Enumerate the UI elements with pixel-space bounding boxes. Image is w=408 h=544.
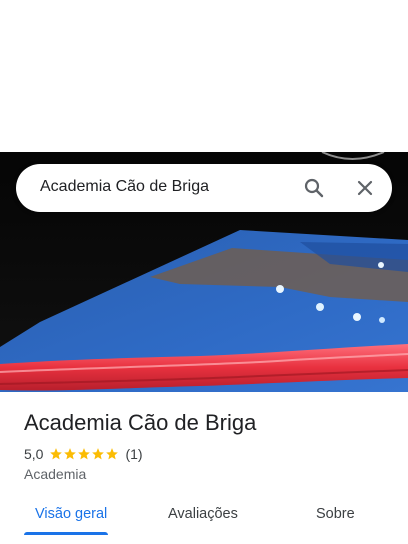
search-input[interactable]: Academia Cão de Briga [40, 178, 209, 196]
close-icon[interactable] [353, 176, 377, 200]
map-blank-area [0, 0, 408, 152]
star-icon [64, 448, 77, 460]
tab-about[interactable]: Sobre [316, 506, 355, 522]
place-title: Academia Cão de Briga [24, 410, 257, 435]
star-icon [78, 448, 91, 460]
search-icon[interactable] [302, 176, 326, 200]
star-icon [106, 448, 119, 460]
active-tab-indicator [24, 532, 108, 535]
star-icon [92, 448, 105, 460]
tab-reviews[interactable]: Avaliações [168, 506, 238, 522]
search-bar[interactable]: Academia Cão de Briga [16, 164, 392, 212]
review-count[interactable]: (1) [125, 446, 142, 462]
tab-overview[interactable]: Visão geral [35, 506, 107, 522]
rating-value: 5,0 [24, 446, 44, 462]
place-tabs: Visão geral Avaliações Sobre [0, 494, 408, 536]
place-category[interactable]: Academia [24, 466, 86, 482]
rating-row[interactable]: 5,0 (1) [24, 445, 143, 463]
rating-stars [49, 447, 119, 461]
place-panel: Academia Cão de Briga 5,0 (1) Academia V… [0, 392, 408, 544]
star-icon [50, 448, 63, 460]
